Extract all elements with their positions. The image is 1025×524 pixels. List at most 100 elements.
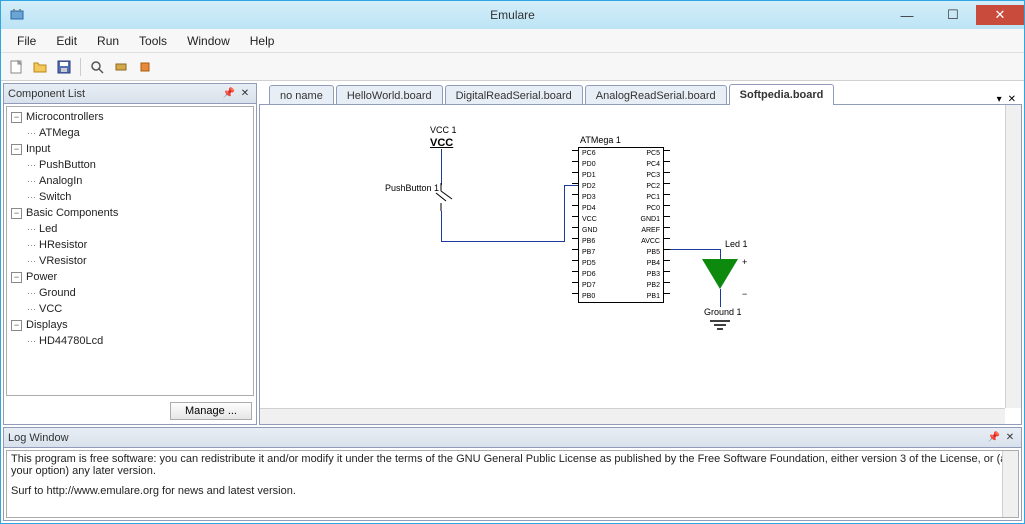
collapse-icon[interactable]: − (11, 112, 22, 123)
maximize-button[interactable]: ☐ (930, 5, 976, 25)
tab[interactable]: AnalogReadSerial.board (585, 85, 727, 105)
pin-icon[interactable]: 📌 (222, 87, 236, 101)
minimize-button[interactable]: — (884, 5, 930, 25)
zoom-icon[interactable] (86, 56, 108, 78)
tree-item[interactable]: ⋯PushButton (7, 157, 253, 173)
menu-edit[interactable]: Edit (46, 32, 87, 50)
menu-tools[interactable]: Tools (129, 32, 177, 50)
wire (720, 289, 721, 307)
collapse-icon[interactable]: − (11, 144, 22, 155)
tree-item[interactable]: ⋯ AnalogIn (7, 173, 253, 189)
log-line: This program is free software: you can r… (11, 453, 1014, 477)
tree-item-label: AnalogIn (39, 175, 82, 187)
wire (441, 211, 442, 241)
save-icon[interactable] (53, 56, 75, 78)
log-header: Log Window 📌 ✕ (4, 428, 1021, 448)
manage-button[interactable]: Manage ... (170, 402, 252, 420)
collapse-icon[interactable]: − (11, 272, 22, 283)
atmega-chip[interactable]: PC6PC5PD0PC4PD1PC3PD2PC2PD3PC1PD4PC0VCCG… (578, 147, 664, 303)
pin-right: PC5 (646, 150, 660, 157)
pin-row: PD4PC0 (579, 203, 663, 214)
log-scroll-vertical[interactable] (1002, 451, 1018, 517)
pin-left: PB6 (582, 238, 595, 245)
tree-group[interactable]: −Basic Components (7, 205, 253, 221)
pin-left: PD4 (582, 205, 596, 212)
tree-item[interactable]: ⋯ ATMega (7, 125, 253, 141)
titlebar[interactable]: Emulare — ☐ ✕ (1, 1, 1024, 29)
log-body[interactable]: This program is free software: you can r… (6, 450, 1019, 518)
menubar: FileEditRunToolsWindowHelp (1, 29, 1024, 53)
component-icon[interactable] (110, 56, 132, 78)
pin-row: PD7PB2 (579, 280, 663, 291)
canvas-scroll-vertical[interactable] (1005, 105, 1021, 408)
menu-help[interactable]: Help (240, 32, 285, 50)
pin-icon[interactable]: 📌 (987, 431, 1001, 445)
pin-left: PD7 (582, 282, 596, 289)
pin-row: GNDAREF (579, 225, 663, 236)
close-icon[interactable]: ✕ (1003, 431, 1017, 445)
tree-item[interactable]: ⋯ Switch (7, 189, 253, 205)
tab[interactable]: no name (269, 85, 334, 105)
pushbutton-symbol[interactable] (430, 183, 460, 211)
tree-group[interactable]: −Input (7, 141, 253, 157)
menu-run[interactable]: Run (87, 32, 129, 50)
collapse-icon[interactable]: − (11, 208, 22, 219)
component-list-panel: Component List 📌 ✕ −Microcontrollers⋯ATM… (3, 83, 257, 425)
pin-row: PB7 PB5 (579, 247, 663, 258)
component-tree[interactable]: −Microcontrollers⋯ATMega−Input⋯PushButto… (6, 106, 254, 396)
tree-branch-icon: ⋯ (27, 128, 35, 139)
component-list-header: Component List 📌 ✕ (4, 84, 256, 104)
close-icon[interactable]: ✕ (238, 87, 252, 101)
pin-right: PB4 (647, 260, 660, 267)
tree-group-label: Microcontrollers (26, 111, 104, 123)
led-symbol[interactable] (702, 259, 738, 289)
chip-id-label: ATMega 1 (580, 135, 621, 145)
pin-right: PB5 (647, 249, 660, 256)
chip-icon[interactable] (134, 56, 156, 78)
tree-branch-icon: ⋯ (27, 224, 35, 235)
tree-item-label: HD44780Lcd (39, 335, 103, 347)
collapse-icon[interactable]: − (11, 320, 22, 331)
pin-right: PC2 (646, 183, 660, 190)
ground-symbol[interactable] (708, 319, 732, 333)
canvas-area: no nameHelloWorld.boardDigitalReadSerial… (259, 83, 1022, 425)
pin-left: PB7 (582, 249, 595, 256)
content-area: Component List 📌 ✕ −Microcontrollers⋯ATM… (1, 81, 1024, 427)
tree-group[interactable]: −Power (7, 269, 253, 285)
tree-item[interactable]: ⋯Ground (7, 285, 253, 301)
tree-branch-icon: ⋯ (27, 176, 35, 187)
tree-item[interactable]: ⋯HD44780Lcd (7, 333, 253, 349)
tree-branch-icon: ⋯ (27, 288, 35, 299)
tree-group-label: Input (26, 143, 50, 155)
tree-item[interactable]: ⋯VCC (7, 301, 253, 317)
wire (441, 149, 442, 185)
circuit-canvas[interactable]: VCC 1 VCC PushButton 1 ATMega 1 PC6PC5PD… (259, 104, 1022, 425)
tab[interactable]: HelloWorld.board (336, 85, 443, 105)
app-icon (9, 7, 25, 23)
log-title: Log Window (8, 432, 69, 444)
new-file-icon[interactable] (5, 56, 27, 78)
menu-window[interactable]: Window (177, 32, 240, 50)
tree-item-label: Switch (39, 191, 71, 203)
vcc-label: VCC (430, 137, 453, 149)
pin-right: PB3 (647, 271, 660, 278)
tree-item-label: ATMega (39, 127, 80, 139)
pin-row: PD3PC1 (579, 192, 663, 203)
tree-group[interactable]: −Displays (7, 317, 253, 333)
tree-item[interactable]: ⋯VResistor (7, 253, 253, 269)
tab[interactable]: Softpedia.board (729, 84, 835, 105)
tree-branch-icon: ⋯ (27, 192, 35, 203)
tree-item-label: Led (39, 223, 57, 235)
menu-file[interactable]: File (7, 32, 46, 50)
tree-item[interactable]: ⋯HResistor (7, 237, 253, 253)
tree-item[interactable]: ⋯ Led (7, 221, 253, 237)
ground-label: Ground 1 (704, 307, 742, 317)
tree-group[interactable]: −Microcontrollers (7, 109, 253, 125)
pin-left: PD0 (582, 161, 596, 168)
close-button[interactable]: ✕ (976, 5, 1024, 25)
canvas-scroll-horizontal[interactable] (260, 408, 1005, 424)
tab[interactable]: DigitalReadSerial.board (445, 85, 583, 105)
open-folder-icon[interactable] (29, 56, 51, 78)
tree-item-label: PushButton (39, 159, 96, 171)
led-plus: + (742, 257, 747, 267)
